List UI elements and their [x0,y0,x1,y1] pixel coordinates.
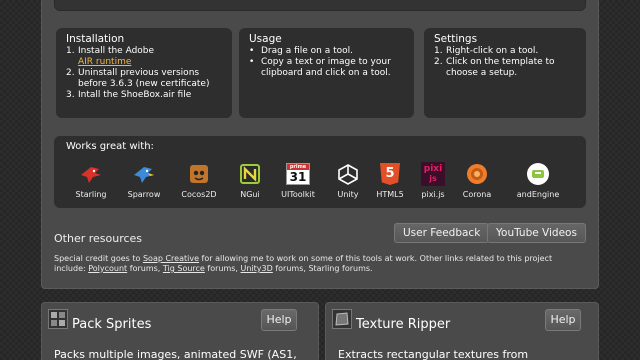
pack-sprites-description: Packs multiple images, animated SWF (AS1… [54,348,297,360]
texture-ripper-help-button[interactable]: Help [545,309,581,331]
tool-starling[interactable]: Starling [61,162,121,201]
texture-ripper-panel[interactable]: Texture Ripper Help Extracts rectangular… [325,302,599,360]
pack-sprites-title: Pack Sprites [72,317,152,332]
settings-step-2: 2. Click on the template to choose a set… [434,57,555,78]
texture-ripper-title: Texture Ripper [356,317,451,332]
works-title: Works great with: [66,141,154,152]
other-resources-title: Other resources [54,232,143,245]
installation-step-3: 3. Intall the ShoeBox.air file [66,90,192,100]
unity-icon [335,162,361,186]
settings-step-1: 1. Right-click on a tool. [434,46,539,56]
installation-title: Installation [66,33,125,45]
cocos2d-icon [186,162,212,186]
uitoolkit-calendar-icon: prime 31 [285,162,311,186]
pack-sprites-help-button[interactable]: Help [261,309,297,331]
sparrow-bird-icon [131,162,157,186]
installation-step-1: 1. Install the Adobe AIR runtime [66,46,155,67]
corona-icon [464,162,490,186]
andengine-icon [525,162,551,186]
tool-corona[interactable]: Corona [447,162,507,201]
pack-sprites-icon [48,309,68,329]
tigsource-link[interactable]: Tig Source [163,264,205,273]
pixijs-icon: pixi js [420,162,446,186]
installation-step-2: 2. Uninstall previous versions before 3.… [66,68,210,89]
unity3d-link[interactable]: Unity3D [241,264,273,273]
installation-box: Installation 1. Install the Adobe AIR ru… [56,28,232,118]
texture-ripper-icon [332,309,352,329]
usage-title: Usage [249,33,282,45]
credits-text: Special credit goes to Soap Creative for… [54,254,553,273]
starling-bird-icon [78,162,104,186]
html5-icon: 5 [377,162,403,186]
soap-creative-link[interactable]: Soap Creative [143,254,199,263]
top-bar [54,0,586,11]
usage-item: • Copy a text or image to your clipboard… [249,57,391,78]
user-feedback-button[interactable]: User Feedback [394,223,490,243]
usage-item: • Drag a file on a tool. [249,46,354,56]
settings-box: Settings 1. Right-click on a tool. 2. Cl… [424,28,586,118]
youtube-videos-button[interactable]: YouTube Videos [487,223,586,243]
settings-title: Settings [434,33,478,45]
usage-box: Usage • Drag a file on a tool. • Copy a … [239,28,414,118]
works-great-with-box: Works great with: Starling Sparrow Cocos… [54,136,586,208]
tool-andengine[interactable]: andEngine [508,162,568,201]
ngui-icon [237,162,263,186]
pack-sprites-panel[interactable]: Pack Sprites Help Packs multiple images,… [41,302,319,360]
air-runtime-link[interactable]: AIR runtime [78,57,131,67]
texture-ripper-description: Extracts rectangular textures from [338,348,529,360]
polycount-link[interactable]: Polycount [88,264,127,273]
tools-info-panel: Installation 1. Install the Adobe AIR ru… [41,0,599,289]
tool-sparrow[interactable]: Sparrow [114,162,174,201]
